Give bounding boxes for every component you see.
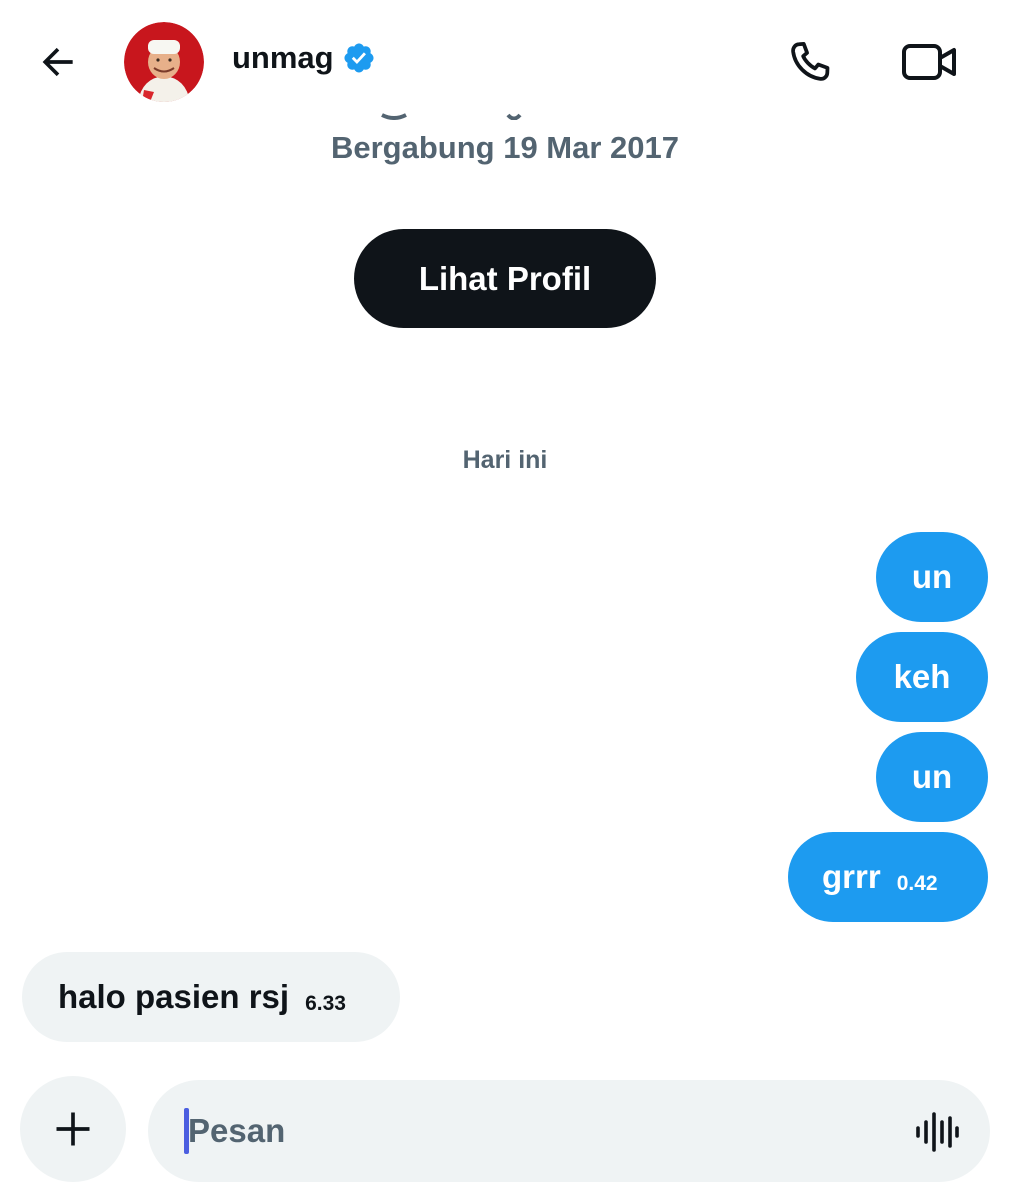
message-timestamp: 0.42 <box>896 872 938 895</box>
clipped-handle-text <box>380 110 540 120</box>
video-call-button[interactable] <box>898 34 962 90</box>
message-text: halo pasien rsj <box>58 978 290 1015</box>
back-button[interactable] <box>32 36 84 88</box>
day-separator: Hari ini <box>462 446 548 474</box>
message-text: un <box>911 758 953 795</box>
conversation-header: unmag <box>0 0 1010 118</box>
message-composer <box>148 1080 990 1182</box>
phone-icon <box>791 42 830 81</box>
incoming-message[interactable]: halo pasien rsj 6.33 <box>22 952 400 1042</box>
avatar[interactable] <box>124 22 204 102</box>
arrow-left-icon <box>42 47 73 77</box>
join-date: Bergabung 19 Mar 2017 <box>330 130 680 165</box>
outgoing-message[interactable]: keh <box>856 632 988 722</box>
outgoing-message[interactable]: un <box>876 732 988 822</box>
message-timestamp: 6.33 <box>305 992 346 1015</box>
username: unmag <box>232 40 334 75</box>
plus-icon <box>56 1112 90 1146</box>
call-button[interactable] <box>782 34 838 90</box>
message-input[interactable] <box>188 1098 888 1164</box>
username-block[interactable]: unmag <box>232 40 376 76</box>
message-text: grrr <box>822 858 881 895</box>
message-text: un <box>911 558 953 595</box>
view-profile-button[interactable]: Lihat Profil <box>354 229 656 328</box>
outgoing-message[interactable]: un <box>876 532 988 622</box>
verified-badge-icon <box>344 43 374 73</box>
message-text: keh <box>893 658 951 695</box>
voice-wave-icon <box>916 1112 959 1152</box>
outgoing-message[interactable]: grrr 0.42 <box>788 832 988 922</box>
voice-message-button[interactable] <box>908 1104 964 1160</box>
video-camera-icon <box>902 44 956 80</box>
add-attachment-button[interactable] <box>20 1076 126 1182</box>
